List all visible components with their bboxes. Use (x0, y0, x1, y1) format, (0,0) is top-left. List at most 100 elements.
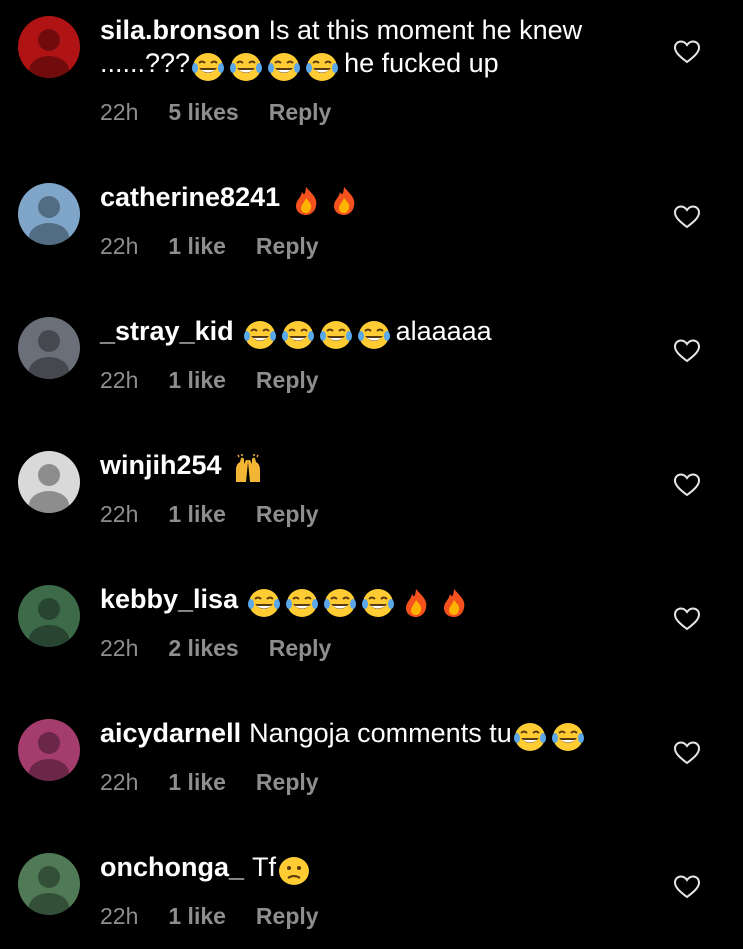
fire-emoji (438, 588, 470, 618)
laughing-crying-emoji (281, 320, 314, 350)
comment-meta: 22h 1 like Reply (100, 769, 660, 796)
laughing-crying-emoji (243, 320, 276, 350)
comment-row: onchonga_ Tf 22h 1 like Reply (0, 851, 743, 949)
timestamp: 22h (100, 501, 139, 527)
comment-text: winjih254 (100, 449, 660, 487)
comment-meta: 22h 5 likes Reply (100, 99, 660, 126)
like-heart-icon[interactable] (674, 473, 700, 497)
like-heart-icon[interactable] (674, 607, 700, 631)
laughing-crying-emoji (192, 52, 225, 82)
comment-body: catherine8241 22h 1 like Reply (100, 181, 660, 260)
laughing-crying-emoji (248, 588, 281, 618)
comment-body: _stray_kid alaaaaa 22h 1 like Reply (100, 315, 660, 394)
likes-count-button[interactable]: 1 like (168, 367, 226, 393)
reply-button[interactable]: Reply (256, 769, 319, 795)
timestamp: 22h (100, 769, 139, 795)
avatar[interactable] (18, 183, 80, 245)
fire-emoji (290, 186, 322, 216)
comment-text: catherine8241 (100, 181, 660, 219)
emoji-group (243, 320, 396, 353)
timestamp: 22h (100, 367, 139, 393)
comment-row: sila.bronson Is at this moment he knew ..… (0, 14, 743, 148)
timestamp: 22h (100, 903, 139, 929)
timestamp: 22h (100, 233, 139, 259)
comment-meta: 22h 1 like Reply (100, 233, 660, 260)
reply-button[interactable]: Reply (256, 367, 319, 393)
fire-emoji (328, 186, 360, 216)
username-link[interactable]: _stray_kid (100, 316, 234, 346)
avatar[interactable] (18, 853, 80, 915)
comment-body: aicydarnell Nangoja comments tu 22h 1 like R… (100, 717, 660, 796)
reply-button[interactable]: Reply (256, 501, 319, 527)
raising-hands-emoji (232, 454, 264, 484)
laughing-crying-emoji (324, 588, 357, 618)
laughing-crying-emoji (286, 588, 319, 618)
laughing-crying-emoji (513, 722, 546, 752)
username-link[interactable]: winjih254 (100, 450, 222, 480)
likes-count-button[interactable]: 5 likes (168, 99, 238, 125)
laughing-crying-emoji (357, 320, 390, 350)
username-link[interactable]: aicydarnell (100, 718, 241, 748)
avatar[interactable] (18, 585, 80, 647)
like-heart-icon[interactable] (674, 339, 700, 363)
comment-text: sila.bronson Is at this moment he knew ..… (100, 14, 660, 85)
like-heart-icon[interactable] (674, 205, 700, 229)
likes-count-button[interactable]: 1 like (168, 769, 226, 795)
comment-meta: 22h 2 likes Reply (100, 635, 660, 662)
likes-count-button[interactable]: 1 like (168, 233, 226, 259)
comment-message: Tf (252, 852, 277, 882)
laughing-crying-emoji (268, 52, 301, 82)
avatar[interactable] (18, 16, 80, 78)
avatar[interactable] (18, 317, 80, 379)
comment-message-tail: alaaaaa (395, 316, 492, 346)
username-link[interactable]: sila.bronson (100, 15, 261, 45)
emoji-group (278, 856, 316, 889)
emoji-group (513, 722, 590, 755)
like-heart-icon[interactable] (674, 875, 700, 899)
reply-button[interactable]: Reply (269, 99, 332, 125)
emoji-group (248, 588, 476, 621)
username-link[interactable]: onchonga_ (100, 852, 244, 882)
comments-list: sila.bronson Is at this moment he knew ..… (0, 0, 743, 949)
laughing-crying-emoji (230, 52, 263, 82)
comment-meta: 22h 1 like Reply (100, 367, 660, 394)
comment-row: aicydarnell Nangoja comments tu 22h 1 like R… (0, 717, 743, 851)
comment-meta: 22h 1 like Reply (100, 903, 660, 930)
emoji-group (290, 186, 366, 219)
comment-body: kebby_lisa 22h 2 likes Reply (100, 583, 660, 662)
reply-button[interactable]: Reply (256, 233, 319, 259)
like-heart-icon[interactable] (674, 741, 700, 765)
comment-row: kebby_lisa 22h 2 likes Reply (0, 583, 743, 717)
emoji-group (232, 454, 270, 487)
comment-text: _stray_kid alaaaaa (100, 315, 660, 353)
username-link[interactable]: kebby_lisa (100, 584, 238, 614)
comment-row: _stray_kid alaaaaa 22h 1 like Reply (0, 315, 743, 449)
reply-button[interactable]: Reply (269, 635, 332, 661)
comment-text: onchonga_ Tf (100, 851, 660, 889)
laughing-crying-emoji (551, 722, 584, 752)
emoji-group (192, 52, 344, 85)
likes-count-button[interactable]: 1 like (168, 903, 226, 929)
likes-count-button[interactable]: 2 likes (168, 635, 238, 661)
fire-emoji (400, 588, 432, 618)
comment-body: onchonga_ Tf 22h 1 like Reply (100, 851, 660, 930)
comment-meta: 22h 1 like Reply (100, 501, 660, 528)
like-heart-icon[interactable] (674, 40, 700, 64)
comment-body: sila.bronson Is at this moment he knew ..… (100, 14, 660, 126)
username-link[interactable]: catherine8241 (100, 182, 280, 212)
comment-message: Nangoja comments tu (249, 718, 512, 748)
comment-text: aicydarnell Nangoja comments tu (100, 717, 660, 755)
avatar[interactable] (18, 451, 80, 513)
comment-row: catherine8241 22h 1 like Reply (0, 181, 743, 315)
avatar[interactable] (18, 719, 80, 781)
timestamp: 22h (100, 99, 139, 125)
confused-face-emoji (278, 856, 310, 886)
comment-row: winjih254 22h 1 like Reply (0, 449, 743, 583)
reply-button[interactable]: Reply (256, 903, 319, 929)
comment-body: winjih254 22h 1 like Reply (100, 449, 660, 528)
likes-count-button[interactable]: 1 like (168, 501, 226, 527)
comment-message-tail: he fucked up (344, 48, 499, 78)
comment-text: kebby_lisa (100, 583, 660, 621)
timestamp: 22h (100, 635, 139, 661)
laughing-crying-emoji (362, 588, 395, 618)
